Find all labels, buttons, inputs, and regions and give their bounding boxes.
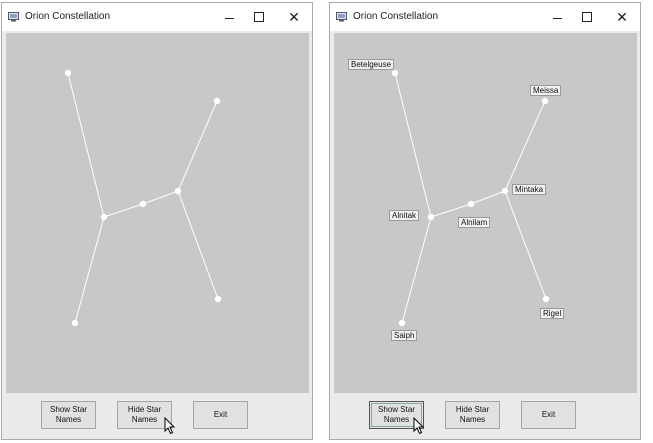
maximize-button[interactable] [244,6,274,28]
stars [391,69,550,327]
close-button[interactable]: ✕ [607,6,637,28]
star-label-betelgeuse: Betelgeuse [348,59,395,70]
line-alnitak-saiph [74,216,105,324]
star-betelgeuse [64,69,72,77]
line-alnitak-alnilam [103,203,144,218]
star-meissa [213,97,221,105]
window-title: Orion Constellation [25,11,111,22]
star-mintaka [501,187,509,195]
star-label-saiph: Saiph [391,330,418,341]
constellation-canvas [6,33,309,393]
star-alnilam [467,200,475,208]
mouse-cursor-icon [164,417,176,435]
star-meissa [541,97,549,105]
constellation-lines [67,72,219,324]
constellation-drawing [64,69,222,327]
star-rigel [542,295,550,303]
app-icon [336,12,347,22]
star-betelgeuse [391,69,399,77]
star-saiph [71,319,79,327]
show-star-names-button[interactable]: Show Star Names [41,401,96,429]
star-label-rigel: Rigel [540,308,565,319]
title-bar[interactable]: Orion Constellation ✕ [2,3,312,31]
mouse-cursor-icon [413,417,425,435]
close-button[interactable]: ✕ [279,6,309,28]
constellation-lines [394,72,547,324]
exit-button[interactable]: Exit [521,401,576,429]
star-alnitak [427,213,435,221]
window-stars-hidden: Orion Constellation ✕ Show Star Names Hi… [1,2,313,440]
star-label-mintaka: Mintaka [512,184,547,195]
star-label-meissa: Meissa [530,85,562,96]
star-rigel [214,295,222,303]
minimize-icon [224,17,234,19]
star-alnilam [139,200,147,208]
window-stars-shown: Orion Constellation ✕ Betelgeuse Meissa … [329,2,641,440]
line-alnitak-saiph [401,216,432,324]
constellation-drawing [391,69,550,327]
minimize-button[interactable] [214,6,244,28]
star-alnitak [100,213,108,221]
line-mintaka-meissa [504,100,546,192]
stars [64,69,222,327]
line-alnitak-alnilam [430,203,472,218]
line-betelgeuse-alnitak [67,72,105,218]
line-mintaka-meissa [177,100,218,192]
close-icon: ✕ [616,8,628,25]
title-bar[interactable]: Orion Constellation ✕ [330,3,640,31]
maximize-icon [582,12,592,22]
minimize-icon [552,17,562,19]
star-saiph [398,319,406,327]
hide-star-names-button[interactable]: Hide Star Names [445,401,500,429]
line-alnilam-mintaka [142,190,179,205]
star-label-alnilam: Alnilam [458,217,491,228]
app-icon [8,12,19,22]
window-title: Orion Constellation [353,11,439,22]
line-betelgeuse-alnitak [394,72,432,218]
star-mintaka [174,187,182,195]
minimize-button[interactable] [542,6,572,28]
line-mintaka-rigel [504,190,547,300]
maximize-button[interactable] [572,6,602,28]
constellation-canvas: Betelgeuse Meissa Mintaka Alnitak Alnila… [334,33,637,393]
maximize-icon [254,12,264,22]
exit-button[interactable]: Exit [193,401,248,429]
line-mintaka-rigel [177,190,219,300]
line-alnilam-mintaka [470,190,506,205]
close-icon: ✕ [288,8,300,25]
star-label-alnitak: Alnitak [389,210,420,221]
